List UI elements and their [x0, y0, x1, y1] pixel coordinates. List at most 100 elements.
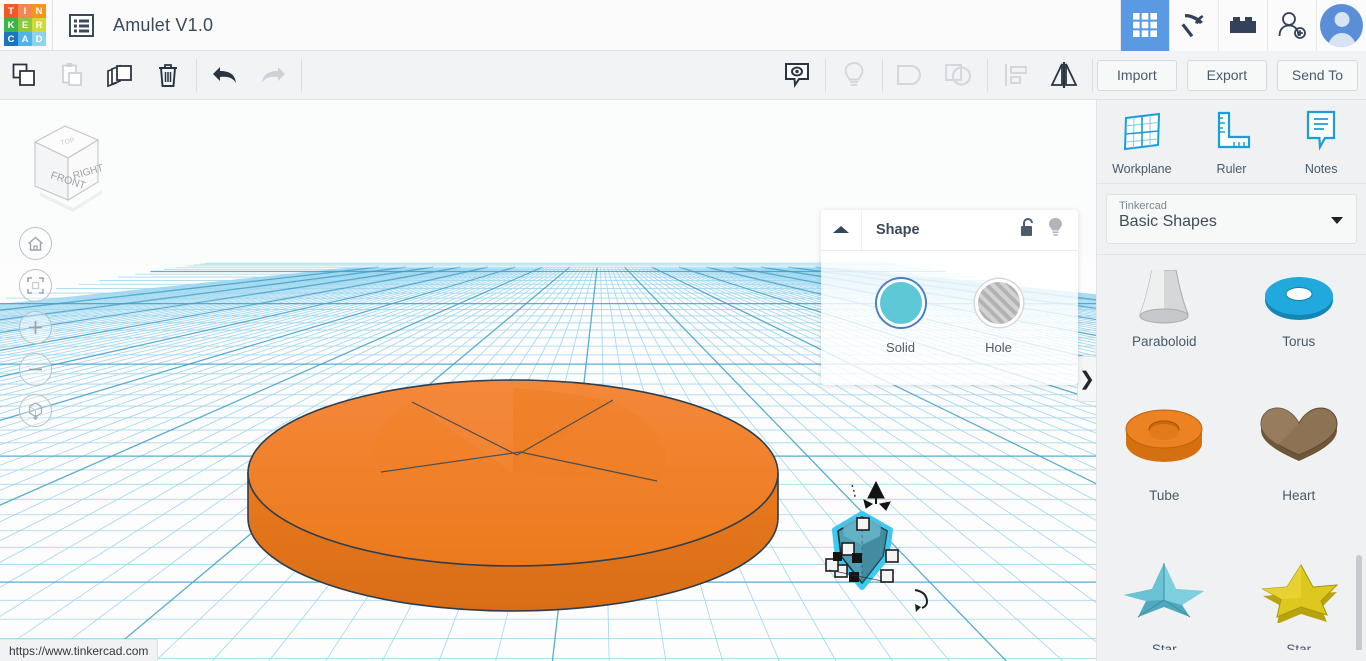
library-name: Basic Shapes	[1119, 213, 1217, 230]
export-button[interactable]: Export	[1186, 59, 1267, 91]
undo-icon[interactable]	[201, 51, 249, 100]
logo-tile-r: R	[32, 18, 46, 32]
workplane-icon	[1119, 108, 1165, 157]
blocks-icon[interactable]	[1218, 0, 1267, 51]
shape-item-star-teal[interactable]: Star	[1097, 519, 1232, 650]
send-to-button[interactable]: Send To	[1276, 59, 1358, 91]
logo-tile-i: I	[18, 4, 32, 18]
sidebar-label-workplane: Workplane	[1112, 162, 1172, 176]
fit-to-view-icon[interactable]	[19, 269, 52, 302]
sidebar-scrollbar[interactable]	[1356, 555, 1362, 650]
main-toolbar: Import Export Send To	[0, 51, 1366, 100]
copy-icon[interactable]	[0, 51, 48, 100]
notes-icon	[1298, 108, 1344, 157]
list-menu-icon[interactable]	[67, 11, 95, 39]
ruler-icon	[1208, 108, 1254, 157]
logo-tile-e: E	[18, 18, 32, 32]
shape-option-solid[interactable]: Solid	[876, 279, 925, 355]
workspace-canvas[interactable]: FRONT RIGHT TOP ❯ Shape Solid Hole	[0, 100, 1096, 661]
collapse-panel-chevron-right-icon[interactable]: ❯	[1077, 356, 1096, 402]
logo-tile-n: N	[32, 4, 46, 18]
torus-thumb	[1257, 268, 1341, 328]
note-icon[interactable]	[773, 51, 821, 100]
shape-inspector-panel: Shape Solid Hole	[821, 210, 1078, 385]
paste-icon	[48, 51, 96, 100]
status-bar-url: https://www.tinkercad.com	[0, 639, 159, 661]
pickaxe-icon[interactable]	[1169, 0, 1218, 51]
zoom-out-icon[interactable]	[19, 353, 52, 386]
tinkercad-logo[interactable]: TINKERCAD	[4, 4, 46, 46]
shape-panel-actions	[1018, 217, 1078, 243]
tool-divider-b	[881, 58, 883, 92]
star-yellow-thumb	[1251, 540, 1347, 636]
grid-gallery-icon[interactable]	[1120, 0, 1169, 51]
shape-panel-body: Solid Hole	[821, 251, 1078, 385]
edit-tool-group	[0, 51, 306, 100]
top-bar: TINKERCAD Amulet V1.0	[0, 0, 1366, 51]
hole-label: Hole	[985, 340, 1012, 355]
library-owner: Tinkercad	[1119, 200, 1167, 212]
user-avatar[interactable]	[1316, 0, 1366, 51]
duplicate-icon[interactable]	[96, 51, 144, 100]
paraboloid-thumb	[1122, 268, 1206, 328]
top-bar-actions	[1120, 0, 1366, 51]
shape-item-heart[interactable]: Heart	[1232, 365, 1366, 519]
chevron-up-icon[interactable]	[821, 210, 862, 251]
add-person-icon[interactable]	[1267, 0, 1316, 51]
logo-tile-d: D	[32, 32, 46, 46]
shape-panel-title: Shape	[876, 222, 920, 238]
redo-icon	[249, 51, 297, 100]
solid-label: Solid	[886, 340, 915, 355]
mirror-icon[interactable]	[1040, 51, 1088, 100]
tool-divider-d	[1091, 58, 1093, 92]
logo-tile-k: K	[4, 18, 18, 32]
logo-tile-c: C	[4, 32, 18, 46]
right-sidebar: Workplane Ruler Notes Tinkercad Basic Sh…	[1096, 100, 1366, 661]
sidebar-tools: Workplane Ruler Notes	[1097, 100, 1366, 184]
heart-thumb	[1253, 386, 1345, 482]
shape-label-torus: Torus	[1282, 334, 1316, 349]
shape-label-tube: Tube	[1149, 488, 1180, 503]
document-title[interactable]: Amulet V1.0	[113, 15, 213, 36]
tool-divider-a	[824, 58, 826, 92]
shape-item-torus[interactable]: Torus	[1232, 255, 1366, 365]
shape-panel-header: Shape	[821, 210, 1078, 251]
orange-cylinder-object	[247, 379, 779, 612]
ungroup-icon	[935, 51, 983, 100]
unlock-icon[interactable]	[1018, 217, 1037, 243]
shape-library-dropdown[interactable]: Tinkercad Basic Shapes	[1106, 194, 1357, 244]
chevron-down-icon[interactable]	[1331, 217, 1343, 224]
sidebar-label-ruler: Ruler	[1216, 162, 1247, 176]
object-tool-group	[773, 51, 1097, 100]
shape-label-star-teal: Star	[1151, 642, 1177, 650]
zoom-in-icon[interactable]	[19, 311, 52, 344]
shape-option-hole[interactable]: Hole	[974, 279, 1023, 355]
shape-label-star-yellow: Star	[1286, 642, 1312, 650]
shape-label-paraboloid: Paraboloid	[1131, 334, 1197, 349]
star-teal-thumb	[1116, 540, 1212, 636]
toolbar-divider-2	[301, 58, 302, 92]
solid-swatch[interactable]	[876, 279, 925, 327]
perspective-toggle-icon[interactable]	[19, 394, 52, 427]
sidebar-label-notes: Notes	[1304, 162, 1338, 176]
sidebar-item-ruler[interactable]: Ruler	[1193, 108, 1269, 176]
shape-item-star-yellow[interactable]: Star	[1232, 519, 1366, 650]
import-button[interactable]: Import	[1096, 59, 1177, 91]
sidebar-item-workplane[interactable]: Workplane	[1104, 108, 1180, 176]
home-view-icon[interactable]	[19, 227, 52, 260]
lightbulb-icon[interactable]	[1046, 217, 1065, 243]
sidebar-item-notes[interactable]: Notes	[1283, 108, 1359, 176]
tinkercad-app: TINKERCAD Amulet V1.0 Import Export Send…	[0, 0, 1366, 661]
shape-item-paraboloid[interactable]: Paraboloid	[1097, 255, 1232, 365]
shape-library-grid: Paraboloid Torus Tube Heart Star Star	[1097, 255, 1366, 650]
shape-item-tube[interactable]: Tube	[1097, 365, 1232, 519]
logo-tile-t: T	[4, 4, 18, 18]
hole-swatch[interactable]	[974, 279, 1023, 327]
lightbulb-icon	[830, 51, 878, 100]
shape-label-heart: Heart	[1282, 488, 1316, 503]
logo-divider	[52, 0, 53, 51]
view-cube[interactable]: FRONT RIGHT TOP	[18, 114, 114, 224]
tool-divider-c	[986, 58, 988, 92]
tube-thumb	[1118, 386, 1210, 482]
trash-icon[interactable]	[144, 51, 192, 100]
